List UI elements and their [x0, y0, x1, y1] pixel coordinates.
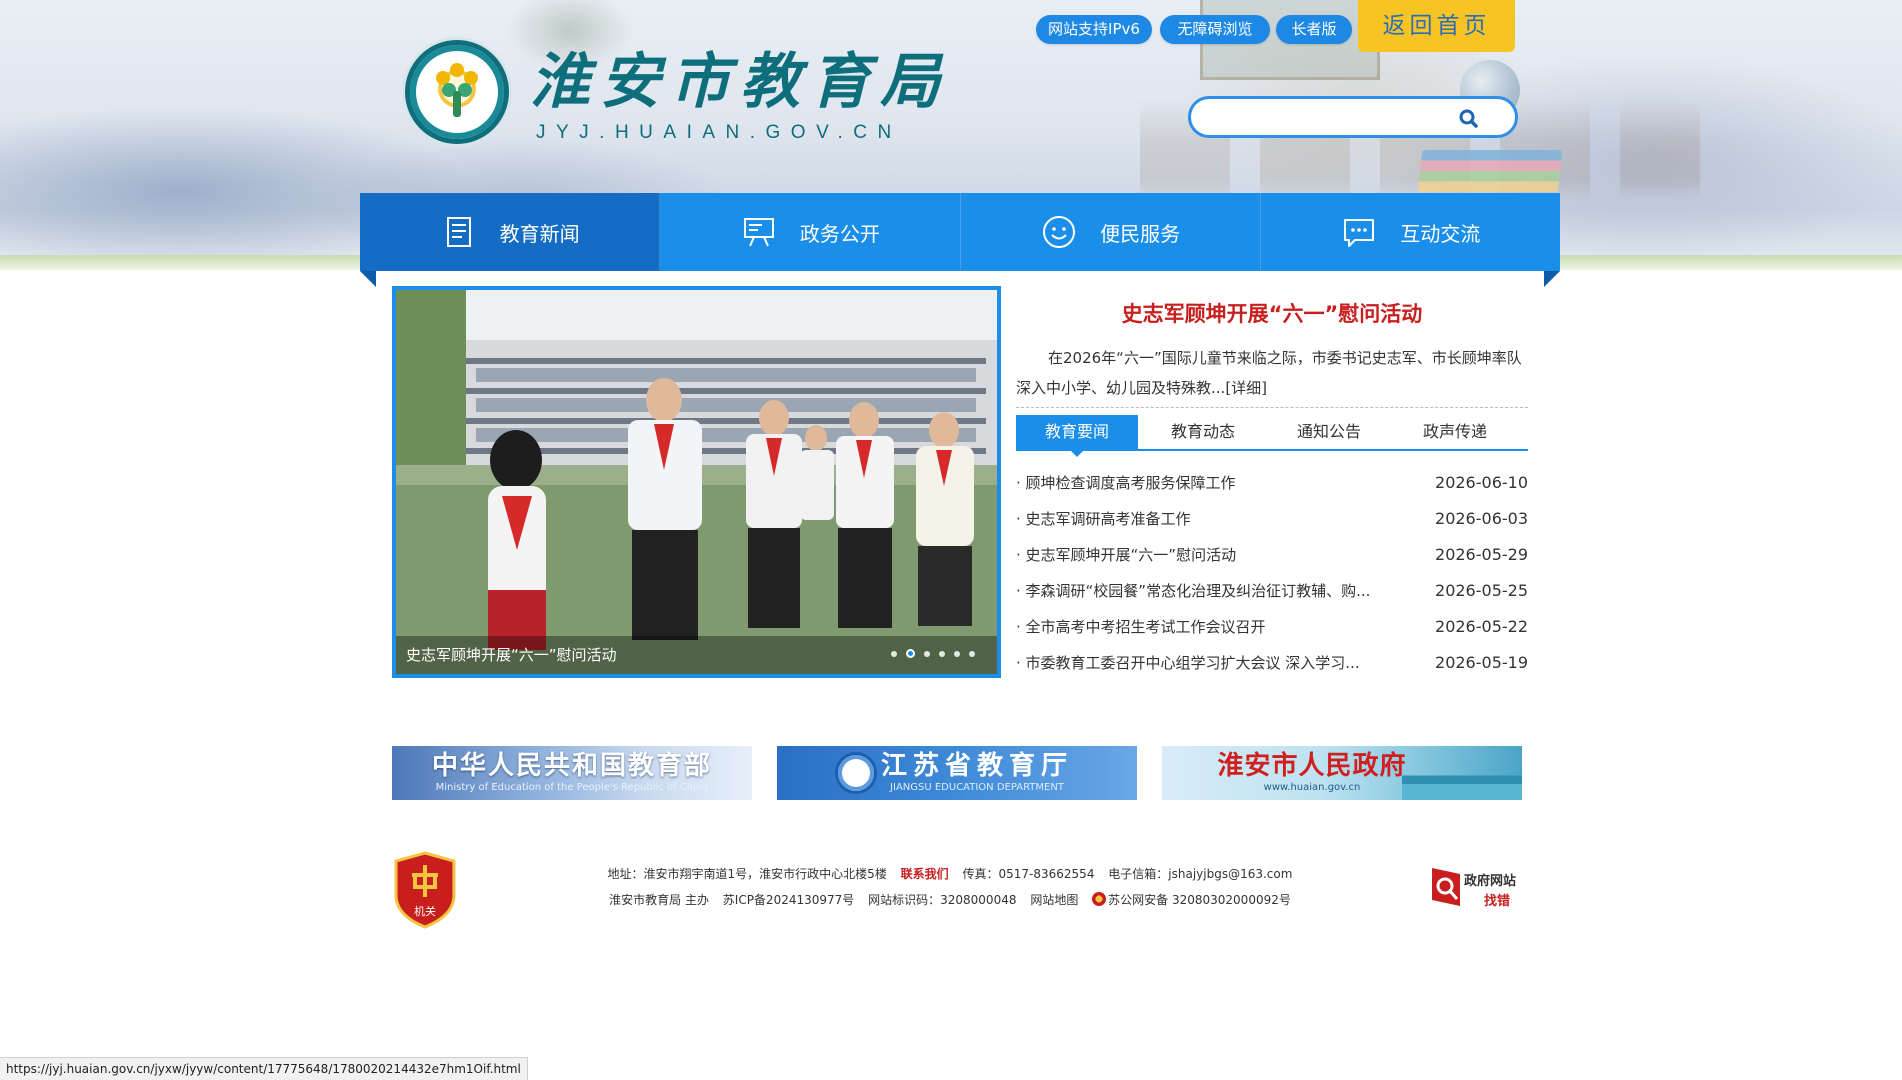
badge-label: 机关: [414, 904, 436, 918]
banner-jiangsu-education[interactable]: 江苏省教育厅 JIANGSU EDUCATION DEPARTMENT: [777, 746, 1137, 800]
contact-us-link[interactable]: 联系我们: [901, 867, 949, 881]
nav-item-government-affairs[interactable]: 政务公开: [660, 193, 961, 271]
banner-subtitle: www.huaian.gov.cn: [1263, 782, 1361, 793]
jiucuo-label-1: 政府网站: [1464, 874, 1517, 889]
slide-dot[interactable]: [954, 650, 960, 657]
banner-title: 中华人民共和国教育部: [431, 751, 712, 781]
footer-registration-line: 淮安市教育局 主办 苏ICP备2024130977号 网站标识码：3208000…: [520, 891, 1380, 908]
return-home-button[interactable]: 返回首页: [1358, 0, 1515, 52]
banner-subtitle: Ministry of Education of the People's Re…: [435, 782, 709, 793]
document-icon: [446, 217, 471, 247]
news-title[interactable]: · 顾坤检查调度高考服务保障工作: [1016, 472, 1236, 493]
chat-bubble-icon: [1344, 219, 1375, 247]
footer-fax: 传真：0517-83662554: [962, 867, 1095, 881]
news-item[interactable]: · 李森调研“校园餐”常态化治理及纠治征订教辅、购... 2026-05-25: [1016, 572, 1528, 608]
search-input[interactable]: [1205, 105, 1455, 131]
nav-label: 便民服务: [1100, 221, 1181, 246]
footer-sponsor: 淮安市教育局 主办: [609, 893, 709, 907]
browser-status-url: https://jyj.huaian.gov.cn/jyxw/jyyw/cont…: [0, 1057, 528, 1080]
header-books-art: [1417, 150, 1563, 192]
sitemap-link[interactable]: 网站地图: [1030, 893, 1078, 907]
ipv6-support-link[interactable]: 网站支持IPv6: [1036, 15, 1152, 44]
news-date: 2026-06-03: [1435, 508, 1528, 528]
party-government-badge-icon[interactable]: 机关: [392, 851, 458, 929]
nav-label: 教育新闻: [499, 221, 580, 246]
site-title[interactable]: 淮安市教育局: [530, 42, 950, 122]
smiley-icon: [1043, 216, 1076, 248]
news-item[interactable]: · 市委教育工委召开中心组学习扩大会议 深入学习... 2026-05-19: [1016, 644, 1528, 680]
search-icon[interactable]: [1456, 106, 1482, 132]
summary-text: 在2026年“六一”国际儿童节来临之际，市委书记史志军、市长顾坤率队深入中小学、…: [1016, 349, 1522, 397]
emblem-tree-icon: [453, 91, 461, 117]
jiucuo-label-2: 找错: [1484, 894, 1511, 909]
nav-ear-left: [360, 271, 376, 287]
icp-link[interactable]: 苏ICP备2024130977号: [723, 893, 855, 907]
slide-dot-active[interactable]: [906, 649, 915, 658]
summary-divider: [1016, 407, 1528, 408]
nav-label: 政务公开: [799, 221, 880, 246]
news-item[interactable]: · 史志军调研高考准备工作 2026-06-03: [1016, 500, 1528, 536]
news-date: 2026-05-19: [1435, 652, 1528, 672]
tab-policy-voice[interactable]: 政声传递: [1394, 415, 1516, 449]
presentation-icon: [743, 218, 774, 247]
news-title[interactable]: · 史志军顾坤开展“六一”慰问活动: [1016, 544, 1236, 565]
banner-title: 淮安市人民政府: [1217, 751, 1407, 781]
news-title[interactable]: · 史志军调研高考准备工作: [1016, 508, 1191, 529]
footer-email: 电子信箱：jshajyjbgs@163.com: [1108, 867, 1293, 881]
slide-photo: [396, 290, 997, 674]
nav-item-interaction[interactable]: 互动交流: [1261, 193, 1560, 271]
main-nav: 教育新闻 政务公开 便民服务 互动交流: [360, 193, 1560, 271]
elder-version-link[interactable]: 长者版: [1276, 15, 1352, 44]
huaian-scenery-image: [1402, 746, 1522, 800]
news-item[interactable]: · 顾坤检查调度高考服务保障工作 2026-06-10: [1016, 464, 1528, 500]
search-box: [1188, 96, 1518, 138]
main-nav-wrapper: 教育新闻 政务公开 便民服务 互动交流: [360, 193, 1560, 289]
emblem-leaf: [450, 63, 464, 77]
slide-dot[interactable]: [939, 650, 945, 657]
jiangsu-emblem-icon: [835, 752, 877, 794]
detail-link[interactable]: [详细]: [1225, 379, 1267, 397]
news-date: 2026-05-29: [1435, 544, 1528, 564]
slide-dot[interactable]: [924, 650, 930, 657]
nav-item-education-news[interactable]: 教育新闻: [360, 193, 661, 271]
banner-ministry-of-education[interactable]: 中华人民共和国教育部 Ministry of Education of the …: [392, 746, 752, 800]
news-slideshow[interactable]: 史志军顾坤开展“六一”慰问活动: [392, 286, 1001, 678]
featured-summary: 在2026年“六一”国际儿童节来临之际，市委书记史志军、市长顾坤率队深入中小学、…: [1016, 343, 1528, 405]
news-title[interactable]: · 市委教育工委召开中心组学习扩大会议 深入学习...: [1016, 652, 1360, 673]
slide-dot[interactable]: [891, 650, 897, 657]
footer-site-code: 网站标识码：3208000048: [868, 893, 1017, 907]
police-record-text: 苏公网安备 32080302000092号: [1108, 893, 1291, 907]
tab-notices[interactable]: 通知公告: [1268, 415, 1390, 449]
slide-dot[interactable]: [969, 650, 975, 657]
banner-huaian-government[interactable]: 淮安市人民政府 www.huaian.gov.cn: [1162, 746, 1522, 800]
featured-headline[interactable]: 史志军顾坤开展“六一”慰问活动: [1016, 298, 1528, 328]
tab-education-headlines[interactable]: 教育要闻: [1016, 415, 1138, 457]
magnifier-flag-icon: [1432, 868, 1460, 906]
news-date: 2026-05-25: [1435, 580, 1528, 600]
logo-emblem[interactable]: [405, 40, 509, 144]
news-list: · 顾坤检查调度高考服务保障工作 2026-06-10 · 史志军调研高考准备工…: [1016, 464, 1528, 680]
news-item[interactable]: · 史志军顾坤开展“六一”慰问活动 2026-05-29: [1016, 536, 1528, 572]
news-item[interactable]: · 全市高考中考招生考试工作会议召开 2026-05-22: [1016, 608, 1528, 644]
slide-caption[interactable]: 史志军顾坤开展“六一”慰问活动: [406, 644, 617, 665]
site-domain: JYJ.HUAIAN.GOV.CN: [536, 122, 902, 143]
slide-pagination: [891, 649, 975, 658]
news-title[interactable]: · 李森调研“校园餐”常态化治理及纠治征订教辅、购...: [1016, 580, 1370, 601]
footer-contact-line: 地址：淮安市翔宇南道1号，淮安市行政中心北楼5楼 联系我们 传真：0517-83…: [520, 865, 1380, 882]
news-tabs: 教育要闻 教育动态 通知公告 政声传递: [1016, 415, 1528, 457]
police-badge-icon: [1092, 892, 1107, 906]
nav-label: 互动交流: [1400, 221, 1481, 246]
police-record-link[interactable]: 苏公网安备 32080302000092号: [1092, 892, 1291, 907]
footer-address: 地址：淮安市翔宇南道1号，淮安市行政中心北楼5楼: [607, 867, 887, 881]
gov-site-error-report[interactable]: 政府网站 找错: [1430, 866, 1530, 910]
news-date: 2026-05-22: [1435, 616, 1528, 636]
nav-item-public-services[interactable]: 便民服务: [961, 193, 1261, 271]
accessibility-link[interactable]: 无障碍浏览: [1160, 15, 1270, 44]
tab-education-updates[interactable]: 教育动态: [1142, 415, 1264, 449]
news-title[interactable]: · 全市高考中考招生考试工作会议召开: [1016, 616, 1266, 637]
news-date: 2026-06-10: [1435, 472, 1528, 492]
nav-ear-right: [1544, 271, 1560, 287]
banner-subtitle: JIANGSU EDUCATION DEPARTMENT: [890, 782, 1064, 793]
